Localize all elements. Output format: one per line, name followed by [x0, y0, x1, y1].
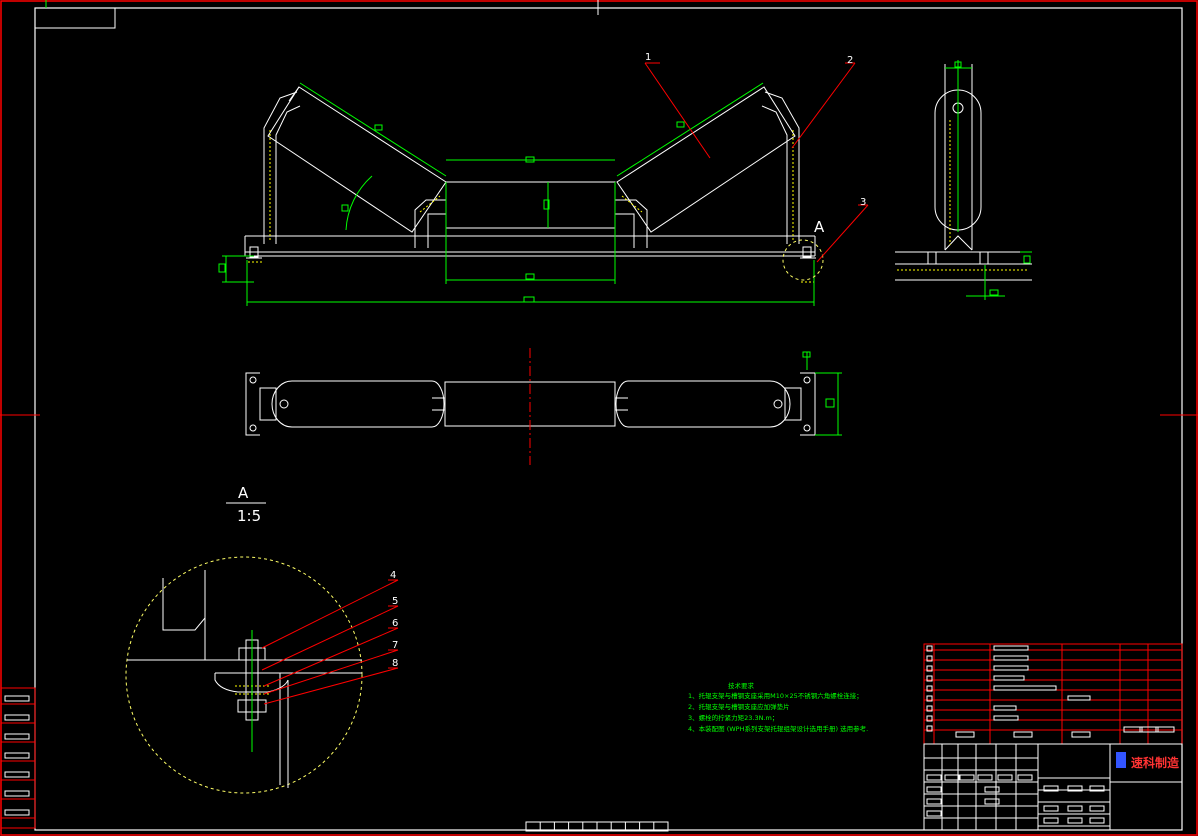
callout-3: 3 [860, 197, 866, 208]
title-cell [1017, 774, 1033, 781]
detail-a-view [125, 556, 363, 794]
stub-cell [4, 714, 30, 721]
title-cell [1043, 805, 1059, 812]
tech-note-2: 2、托辊支架与槽钢支座应加弹垫片 [688, 702, 790, 711]
parts-cell [993, 715, 1019, 721]
technical-notes: 技术要求 1、托辊支架与槽钢支座采用M10×25不锈钢六角螺栓连接； 2、托辊支… [688, 681, 868, 733]
callout-8: 8 [392, 658, 398, 669]
callout-6: 6 [392, 618, 398, 629]
stub-cell [4, 733, 30, 740]
parts-list-frame [923, 643, 1183, 745]
stub-cell [4, 809, 30, 816]
title-cell [1067, 817, 1083, 824]
title-cell [944, 774, 960, 781]
title-cell [997, 774, 1013, 781]
detail-a-marker: A [782, 218, 825, 281]
engineering-drawing: A A 1:5 1 2 3 4 5 6 7 8 技术要求 1、托辊支架与槽钢支座… [0, 0, 1198, 836]
parts-footer-cell [1071, 731, 1091, 738]
callout-leaders [261, 62, 869, 705]
parts-cell [993, 645, 1029, 651]
callout-2: 2 [847, 55, 853, 66]
front-view [244, 86, 816, 259]
parts-cell [1067, 695, 1091, 701]
stub-cell [4, 695, 30, 702]
parts-footer-cell [1013, 731, 1033, 738]
title-cell [1043, 817, 1059, 824]
stub-cell [4, 771, 30, 778]
revision-stub [0, 687, 36, 829]
company-logo: 速科制造 [1116, 752, 1180, 770]
logo-icon [1116, 752, 1126, 768]
callout-4: 4 [390, 570, 396, 581]
parts-cell [993, 675, 1025, 681]
side-view-welds [897, 120, 1028, 271]
callout-7: 7 [392, 640, 398, 651]
parts-footer-cell [955, 731, 975, 738]
title-cell [926, 798, 942, 805]
title-cell [1067, 805, 1083, 812]
title-cell [926, 774, 942, 781]
callout-1: 1 [645, 52, 651, 63]
title-cell [959, 774, 975, 781]
top-view-dimensions [802, 351, 842, 436]
callout-5: 5 [392, 596, 398, 607]
title-cell [1089, 805, 1105, 812]
tech-notes-title: 技术要求 [728, 681, 755, 690]
parts-cell [993, 685, 1057, 691]
detail-a-label: A [814, 218, 825, 236]
side-view [895, 64, 1032, 281]
title-cell [984, 798, 1000, 805]
title-cell [1089, 817, 1105, 824]
title-cell [926, 810, 942, 817]
tech-note-3: 3、螺栓的拧紧力矩23.3N.m； [688, 713, 778, 722]
title-cell [926, 786, 942, 793]
company-name: 速科制造 [1131, 755, 1180, 770]
section-scale: 1:5 [237, 507, 261, 525]
stub-cell [4, 790, 30, 797]
front-view-dimensions [218, 82, 815, 306]
section-label: A 1:5 [226, 484, 266, 525]
parts-cell [993, 705, 1017, 711]
front-view-welds [248, 130, 814, 283]
parts-cell [993, 665, 1029, 671]
parts-cell [993, 655, 1029, 661]
stub-cell [4, 752, 30, 759]
parts-list [923, 643, 1183, 745]
section-letter: A [238, 484, 249, 502]
title-cell [977, 774, 993, 781]
title-cell [984, 786, 1000, 793]
tech-note-1: 1、托辊支架与槽钢支座采用M10×25不锈钢六角螺栓连接； [688, 691, 863, 700]
tech-note-4: 4、本装配图 (WPH系列支架托辊组架设计选用手册) 选用参考. [688, 724, 868, 733]
